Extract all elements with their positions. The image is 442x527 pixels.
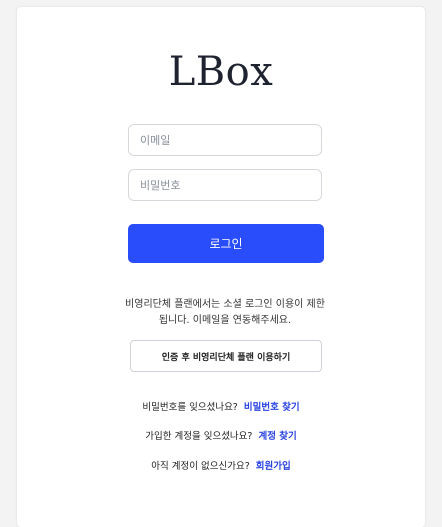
find-account-link[interactable]: 계정 찾기: [258, 431, 296, 442]
login-button[interactable]: 로그인: [128, 224, 324, 263]
forgot-account-row: 가입한 계정을 잊으셨나요? 계정 찾기: [17, 428, 425, 442]
email-field[interactable]: [128, 124, 322, 156]
forgot-password-row: 비밀번호를 잊으셨나요? 비밀번호 찾기: [17, 399, 425, 413]
login-card: LBox 로그인 비영리단체 플랜에서는 소셜 로그인 이용이 제한됩니다. 이…: [17, 7, 425, 527]
password-field[interactable]: [128, 169, 322, 201]
find-password-link[interactable]: 비밀번호 찾기: [244, 402, 300, 413]
verify-nonprofit-plan-button[interactable]: 인증 후 비영리단체 플랜 이용하기: [130, 340, 322, 372]
signup-link[interactable]: 회원가입: [256, 461, 291, 472]
lbox-logo: LBox: [168, 49, 274, 95]
nonprofit-notice-text: 비영리단체 플랜에서는 소셜 로그인 이용이 제한됩니다. 이메일을 연동해주세…: [125, 299, 325, 326]
forgot-password-prompt: 비밀번호를 잊으셨나요?: [142, 402, 238, 413]
forgot-account-prompt: 가입한 계정을 잊으셨나요?: [145, 431, 253, 442]
signup-row: 아직 계정이 없으신가요? 회원가입: [17, 458, 425, 472]
signup-prompt: 아직 계정이 없으신가요?: [151, 461, 250, 472]
